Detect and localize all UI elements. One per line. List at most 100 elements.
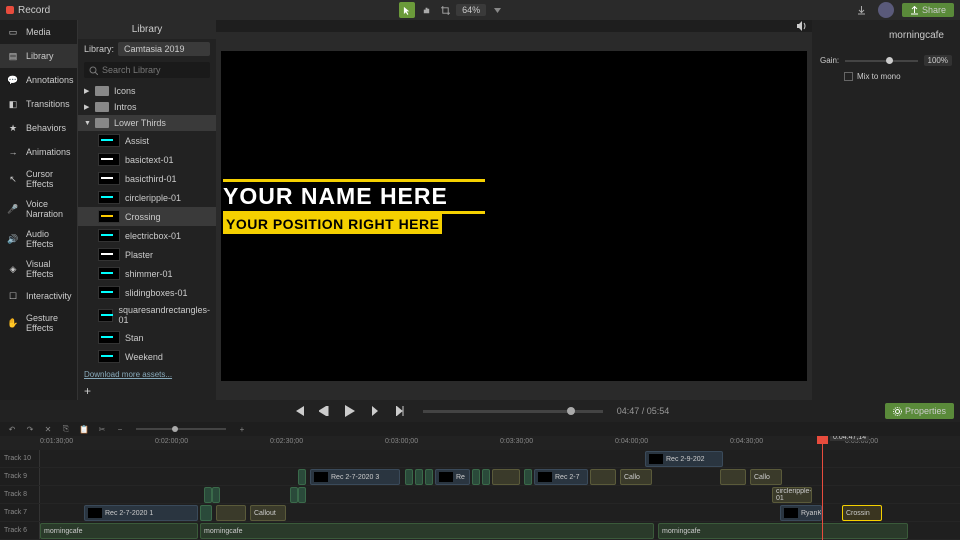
timeline-zoom-knob[interactable] xyxy=(172,426,178,432)
timeline-clip[interactable] xyxy=(524,469,532,485)
undo-button[interactable]: ↶ xyxy=(6,423,18,435)
timeline-clip[interactable] xyxy=(298,487,306,503)
timeline-clip[interactable] xyxy=(216,505,246,521)
timeline-clip[interactable]: Callo xyxy=(620,469,652,485)
tool-visual[interactable]: ◈Visual Effects xyxy=(0,254,77,284)
timeline-clip[interactable]: morningcafe xyxy=(200,523,654,539)
timeline-clip[interactable]: Re xyxy=(435,469,470,485)
library-folder[interactable]: ▼Lower Thirds xyxy=(78,115,216,131)
scrubber-knob[interactable] xyxy=(567,407,575,415)
timeline-clip[interactable] xyxy=(472,469,480,485)
library-item[interactable]: Plaster xyxy=(78,245,216,264)
add-library-item[interactable]: + xyxy=(78,382,216,400)
playback-scrubber[interactable] xyxy=(423,410,603,413)
tool-interactivity[interactable]: ☐Interactivity xyxy=(0,284,77,308)
timeline-clip[interactable]: Callo xyxy=(750,469,782,485)
user-avatar[interactable] xyxy=(878,2,894,18)
tool-behaviors[interactable]: ★Behaviors xyxy=(0,116,77,140)
download-icon[interactable] xyxy=(854,2,870,18)
timeline-clip[interactable]: morningcafe xyxy=(40,523,198,539)
timeline-clip[interactable] xyxy=(425,469,433,485)
tool-media[interactable]: ▭Media xyxy=(0,20,77,44)
gain-slider-knob[interactable] xyxy=(886,57,893,64)
mix-to-mono-checkbox[interactable] xyxy=(844,72,853,81)
timeline-clip[interactable]: Rec 2-7-2020 3 xyxy=(310,469,400,485)
prev-clip-button[interactable] xyxy=(291,402,309,420)
tool-gesture[interactable]: ✋Gesture Effects xyxy=(0,308,77,338)
tool-annotations[interactable]: 💬Annotations xyxy=(0,68,77,92)
paste-button[interactable]: 📋 xyxy=(78,423,90,435)
zoom-in-button[interactable]: + xyxy=(236,423,248,435)
timeline-clip[interactable] xyxy=(204,487,212,503)
timeline-clip[interactable]: circleripple-01 xyxy=(772,487,812,503)
tool-library[interactable]: ▤Library xyxy=(0,44,77,68)
library-folder[interactable]: ▶Icons xyxy=(78,83,216,99)
library-item[interactable]: squaresandrectangles-01 xyxy=(78,302,216,328)
library-item[interactable]: Stan xyxy=(78,328,216,347)
properties-button[interactable]: Properties xyxy=(885,403,954,419)
tool-audio[interactable]: 🔊Audio Effects xyxy=(0,224,77,254)
library-item[interactable]: basictext-01 xyxy=(78,150,216,169)
redo-button[interactable]: ↷ xyxy=(24,423,36,435)
download-assets-link[interactable]: Download more assets... xyxy=(78,367,216,382)
library-item[interactable]: slidingboxes-01 xyxy=(78,283,216,302)
track-label[interactable]: Track 7 xyxy=(0,504,40,521)
timeline-clip[interactable] xyxy=(212,487,220,503)
next-clip-button[interactable] xyxy=(391,402,409,420)
tool-crop[interactable] xyxy=(437,2,453,18)
tool-pointer[interactable] xyxy=(399,2,415,18)
gain-slider[interactable] xyxy=(845,60,917,62)
timeline-clip[interactable]: morningcafe xyxy=(658,523,908,539)
timeline-clip[interactable]: Callout xyxy=(250,505,286,521)
tool-hand[interactable] xyxy=(418,2,434,18)
timeline-clip[interactable]: RyanKno xyxy=(780,505,822,521)
library-folder[interactable]: ▶Intros xyxy=(78,99,216,115)
timeline-clip[interactable]: Rec 2-7-2020 1 xyxy=(84,505,198,521)
tool-transitions[interactable]: ◧Transitions xyxy=(0,92,77,116)
library-item[interactable]: Assist xyxy=(78,131,216,150)
timeline-clip[interactable] xyxy=(290,487,298,503)
track-label[interactable]: Track 9 xyxy=(0,468,40,485)
cut-button[interactable]: ✕ xyxy=(42,423,54,435)
library-dropdown[interactable]: Camtasia 2019 xyxy=(118,42,210,56)
step-back-button[interactable] xyxy=(315,402,333,420)
timeline-clip[interactable]: Rec 2-9-202 xyxy=(645,451,723,467)
playhead-handle[interactable] xyxy=(817,436,828,444)
library-item[interactable]: Crossing xyxy=(78,207,216,226)
timeline-zoom-slider[interactable] xyxy=(136,428,226,430)
track-label[interactable]: Track 10 xyxy=(0,450,40,467)
library-item[interactable]: electricbox-01 xyxy=(78,226,216,245)
track-label[interactable]: Track 6 xyxy=(0,522,40,539)
tool-voice[interactable]: 🎤Voice Narration xyxy=(0,194,77,224)
timeline-clip[interactable] xyxy=(415,469,423,485)
split-button[interactable]: ✂ xyxy=(96,423,108,435)
copy-button[interactable]: ⎘ xyxy=(60,423,72,435)
library-item[interactable]: Weekend xyxy=(78,347,216,366)
library-item[interactable]: shimmer-01 xyxy=(78,264,216,283)
play-button[interactable] xyxy=(339,400,361,422)
record-button[interactable]: Record xyxy=(6,5,50,16)
timeline-clip[interactable] xyxy=(200,505,212,521)
library-item[interactable]: basicthird-01 xyxy=(78,169,216,188)
zoom-dropdown[interactable] xyxy=(489,2,505,18)
timeline-clip[interactable] xyxy=(492,469,520,485)
preview-canvas[interactable]: YOUR NAME HERE YOUR POSITION RIGHT HERE xyxy=(221,51,807,381)
playhead[interactable]: 0:04:47;14 xyxy=(822,436,823,540)
library-search[interactable]: Search Library xyxy=(84,62,210,78)
timeline-clip[interactable] xyxy=(405,469,413,485)
timeline-clip[interactable]: Crossin xyxy=(842,505,882,521)
zoom-out-button[interactable]: − xyxy=(114,423,126,435)
timeline-clip[interactable] xyxy=(482,469,490,485)
tool-cursor[interactable]: ↖Cursor Effects xyxy=(0,164,77,194)
step-forward-button[interactable] xyxy=(367,402,385,420)
library-item[interactable]: circleripple-01 xyxy=(78,188,216,207)
timeline-clip[interactable]: Rec 2-7 xyxy=(534,469,588,485)
share-button[interactable]: Share xyxy=(902,3,954,17)
timeline-clip[interactable] xyxy=(298,469,306,485)
tool-animations[interactable]: →Animations xyxy=(0,140,77,164)
timeline-clip[interactable] xyxy=(720,469,746,485)
zoom-percentage[interactable]: 64% xyxy=(456,4,486,16)
track-label[interactable]: Track 8 xyxy=(0,486,40,503)
speaker-icon[interactable] xyxy=(796,20,808,32)
timeline-clip[interactable] xyxy=(590,469,616,485)
